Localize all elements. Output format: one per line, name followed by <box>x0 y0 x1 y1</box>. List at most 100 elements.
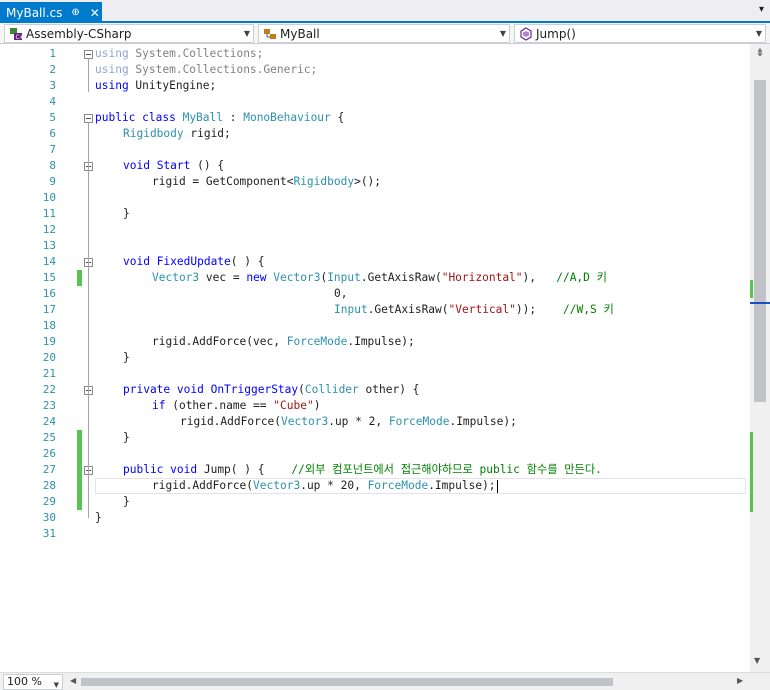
code-line[interactable]: 21 <box>0 366 750 382</box>
line-number: 1 <box>49 47 56 60</box>
change-marker <box>77 446 82 462</box>
project-dropdown[interactable]: C# Assembly-CSharp ▼ <box>4 24 254 43</box>
code-line[interactable]: 24 rigid.AddForce(Vector3.up * 2, ForceM… <box>0 414 750 430</box>
code-editor[interactable]: 1 using System.Collections; 2 using Syst… <box>0 44 750 672</box>
class-icon <box>263 27 277 41</box>
code-line[interactable]: 17 Input.GetAxisRaw("Vertical")); //W,S … <box>0 302 750 318</box>
code-text: rigid = GetComponent<Rigidbody>(); <box>152 175 382 188</box>
code-line[interactable]: 13 <box>0 238 750 254</box>
tab-overflow-icon[interactable]: ▾ <box>759 4 764 15</box>
class-dropdown-label: MyBall <box>280 26 320 41</box>
code-line[interactable]: 11 } <box>0 206 750 222</box>
project-dropdown-label: Assembly-CSharp <box>26 26 132 41</box>
code-line[interactable]: 27 public void Jump( ) { //외부 컴포넌트에서 접근해… <box>0 462 750 478</box>
close-icon[interactable]: ✕ <box>90 6 100 20</box>
navigation-bar: C# Assembly-CSharp ▼ MyBall ▼ Jump() ▼ <box>0 23 770 44</box>
chevron-down-icon: ▼ <box>755 29 762 38</box>
code-line[interactable]: 16 0, <box>0 286 750 302</box>
line-number: 27 <box>42 463 56 476</box>
csharp-project-icon: C# <box>9 27 23 41</box>
code-text: Rigidbody rigid; <box>123 127 231 140</box>
zoom-dropdown[interactable]: 100 % ▼ <box>3 674 63 690</box>
change-marker <box>77 478 82 494</box>
code-line[interactable]: 22 private void OnTriggerStay(Collider o… <box>0 382 750 398</box>
svg-text:C#: C# <box>16 34 24 41</box>
line-number: 25 <box>42 431 56 444</box>
scroll-left-icon[interactable]: ◀ <box>70 676 76 685</box>
code-line[interactable]: 2 using System.Collections.Generic; <box>0 62 750 78</box>
code-line[interactable]: 7 <box>0 142 750 158</box>
chevron-down-icon: ▼ <box>499 29 506 38</box>
code-line[interactable]: 4 <box>0 94 750 110</box>
class-dropdown[interactable]: MyBall ▼ <box>258 24 510 43</box>
code-line[interactable]: 5 public class MyBall : MonoBehaviour { <box>0 110 750 126</box>
code-line[interactable]: 26 <box>0 446 750 462</box>
line-number: 8 <box>49 159 56 172</box>
code-text: } <box>123 431 130 444</box>
line-number: 7 <box>49 143 56 156</box>
line-number: 22 <box>42 383 56 396</box>
line-number: 18 <box>42 319 56 332</box>
code-text: public void Jump( ) { //외부 컴포넌트에서 접근해야하므… <box>123 463 602 476</box>
line-number: 16 <box>42 287 56 300</box>
resize-grip-icon <box>752 675 768 689</box>
code-text: rigid.AddForce(Vector3.up * 20, ForceMod… <box>152 479 498 493</box>
pin-icon[interactable]: ⊕ <box>71 7 79 18</box>
line-number: 2 <box>49 63 56 76</box>
code-text: rigid.AddForce(Vector3.up * 2, ForceMode… <box>180 415 517 428</box>
change-map-marker <box>750 432 753 512</box>
tab-title: MyBall.cs <box>6 5 63 20</box>
code-line[interactable]: 3 using UnityEngine; <box>0 78 750 94</box>
code-line[interactable]: 30 } <box>0 510 750 526</box>
code-text: } <box>95 511 102 524</box>
member-dropdown[interactable]: Jump() ▼ <box>514 24 766 43</box>
line-number: 30 <box>42 511 56 524</box>
line-number: 4 <box>49 95 56 108</box>
line-number: 28 <box>42 479 56 492</box>
line-number: 5 <box>49 111 56 124</box>
code-line[interactable]: 9 rigid = GetComponent<Rigidbody>(); <box>0 174 750 190</box>
code-line[interactable]: 18 <box>0 318 750 334</box>
vertical-scrollbar[interactable]: ⇟ ▼ <box>750 44 770 672</box>
scroll-down-icon[interactable]: ▼ <box>754 656 760 665</box>
code-text: void FixedUpdate( ) { <box>123 255 265 268</box>
code-line[interactable]: 6 Rigidbody rigid; <box>0 126 750 142</box>
line-number: 10 <box>42 191 56 204</box>
split-window-icon[interactable]: ⇟ <box>754 46 766 62</box>
code-line[interactable]: 10 <box>0 190 750 206</box>
change-marker <box>77 270 82 286</box>
line-number: 29 <box>42 495 56 508</box>
line-number: 6 <box>49 127 56 140</box>
code-line[interactable]: 1 using System.Collections; <box>0 46 750 62</box>
line-number: 20 <box>42 351 56 364</box>
code-line[interactable]: 12 <box>0 222 750 238</box>
tab-myball-cs[interactable]: MyBall.cs ⊕ ✕ <box>0 2 102 23</box>
code-line-current[interactable]: 28 rigid.AddForce(Vector3.up * 20, Force… <box>0 478 750 494</box>
code-text: Input.GetAxisRaw("Vertical")); //W,S 키 <box>334 303 614 316</box>
code-line[interactable]: 15 Vector3 vec = new Vector3(Input.GetAx… <box>0 270 750 286</box>
line-number: 17 <box>42 303 56 316</box>
fold-guide <box>88 58 89 92</box>
code-line[interactable]: 23 if (other.name == "Cube") <box>0 398 750 414</box>
horizontal-scroll-thumb[interactable] <box>81 678 613 686</box>
code-line[interactable]: 25 } <box>0 430 750 446</box>
code-line[interactable]: 29 } <box>0 494 750 510</box>
line-number: 19 <box>42 335 56 348</box>
code-text: if (other.name == "Cube") <box>152 399 321 412</box>
code-line[interactable]: 20 } <box>0 350 750 366</box>
line-number: 9 <box>49 175 56 188</box>
scroll-right-icon[interactable]: ▶ <box>737 676 743 685</box>
line-number: 12 <box>42 223 56 236</box>
code-text: 0, <box>334 287 348 300</box>
code-line[interactable]: 14 void FixedUpdate( ) { <box>0 254 750 270</box>
line-number: 26 <box>42 447 56 460</box>
code-line[interactable]: 8 void Start () { <box>0 158 750 174</box>
member-dropdown-label: Jump() <box>536 26 576 41</box>
change-marker <box>77 462 82 478</box>
code-text: using UnityEngine; <box>95 79 217 92</box>
code-text: using System.Collections; <box>95 47 264 60</box>
vertical-scroll-thumb[interactable] <box>754 80 766 402</box>
code-line[interactable]: 31 <box>0 526 750 542</box>
code-line[interactable]: 19 rigid.AddForce(vec, ForceMode.Impulse… <box>0 334 750 350</box>
code-text: rigid.AddForce(vec, ForceMode.Impulse); <box>152 335 415 348</box>
